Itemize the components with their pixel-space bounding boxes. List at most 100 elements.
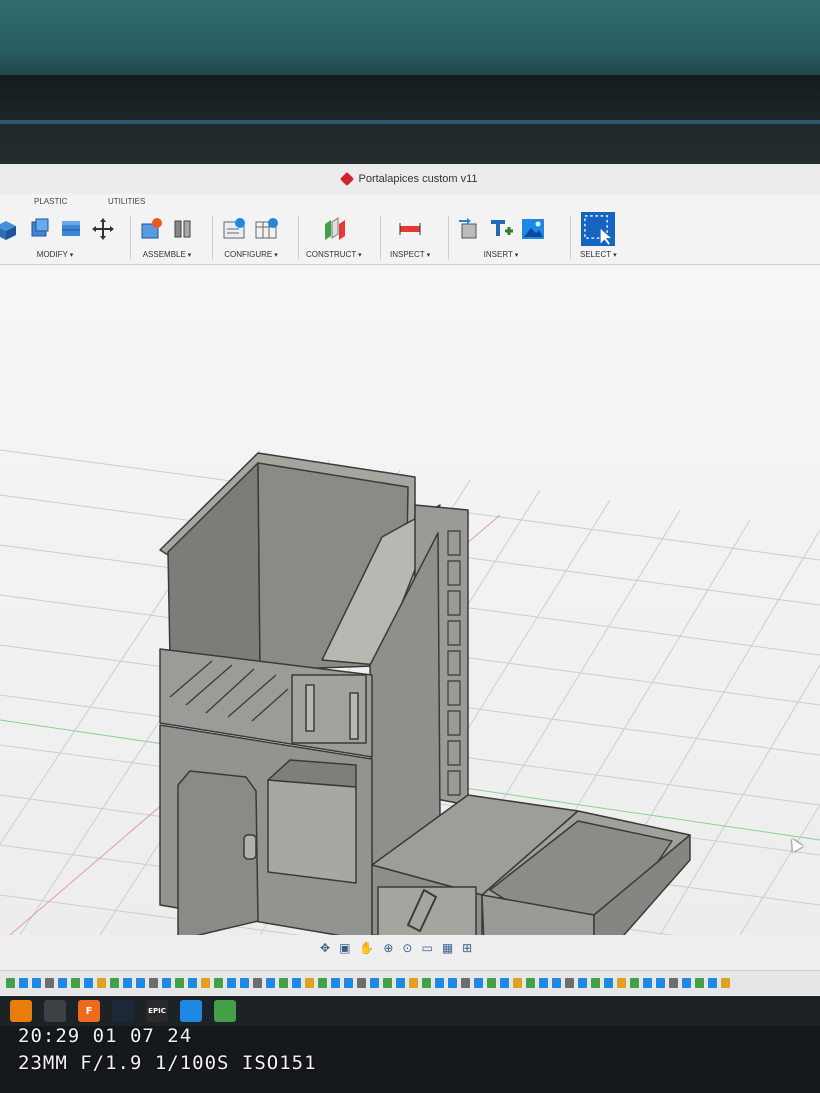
timeline-feature-icon[interactable] <box>266 978 275 988</box>
assemble-menu[interactable]: ASSEMBLE <box>143 250 192 259</box>
timeline-feature-icon[interactable] <box>45 978 54 988</box>
timeline-feature-icon[interactable] <box>110 978 119 988</box>
parameters-icon[interactable] <box>222 216 248 242</box>
steam-icon[interactable] <box>112 1000 134 1022</box>
display-settings-icon[interactable]: ▭ <box>421 941 432 955</box>
tab-plastic[interactable]: PLASTIC <box>34 197 67 206</box>
timeline-feature-icon[interactable] <box>123 978 132 988</box>
fit-icon[interactable]: ⊙ <box>402 941 412 955</box>
configure-menu[interactable]: CONFIGURE <box>224 250 277 259</box>
timeline-feature-icon[interactable] <box>708 978 717 988</box>
timeline-feature-icon[interactable] <box>97 978 106 988</box>
timeline-feature-icon[interactable] <box>526 978 535 988</box>
pan-icon[interactable]: ✋ <box>359 941 374 955</box>
3d-viewport[interactable] <box>0 265 820 935</box>
timeline-feature-icon[interactable] <box>318 978 327 988</box>
timeline-feature-icon[interactable] <box>214 978 223 988</box>
app-green-icon[interactable] <box>214 1000 236 1022</box>
divider <box>380 216 381 260</box>
window-select-icon[interactable] <box>581 212 616 246</box>
timeline-feature-icon[interactable] <box>357 978 366 988</box>
timeline-feature-icon[interactable] <box>227 978 236 988</box>
timeline-feature-icon[interactable] <box>695 978 704 988</box>
configuration-table-icon[interactable] <box>254 216 280 242</box>
epic-games-icon[interactable]: EPIC <box>146 1000 168 1022</box>
pencil-holder-model[interactable] <box>159 452 691 935</box>
timeline-feature-icon[interactable] <box>643 978 652 988</box>
timeline-feature-icon[interactable] <box>175 978 184 988</box>
inspect-menu[interactable]: INSPECT <box>390 250 430 259</box>
timeline-feature-icon[interactable] <box>331 978 340 988</box>
timeline-feature-icon[interactable] <box>552 978 561 988</box>
timeline-feature-icon[interactable] <box>513 978 522 988</box>
timeline-feature-icon[interactable] <box>669 978 678 988</box>
timeline-feature-icon[interactable] <box>461 978 470 988</box>
timeline-feature-icon[interactable] <box>630 978 639 988</box>
timeline-feature-icon[interactable] <box>305 978 314 988</box>
timeline-feature-icon[interactable] <box>149 978 158 988</box>
timeline-feature-icon[interactable] <box>721 978 730 988</box>
new-component-icon[interactable] <box>138 216 164 242</box>
offset-plane-icon[interactable] <box>321 216 347 242</box>
timeline-feature-icon[interactable] <box>370 978 379 988</box>
timeline-feature-icon[interactable] <box>162 978 171 988</box>
insert-derive-icon[interactable] <box>456 216 482 242</box>
shell-icon[interactable] <box>26 216 52 242</box>
timeline-feature-icon[interactable] <box>604 978 613 988</box>
insert-image-icon[interactable] <box>520 216 546 242</box>
combine-icon[interactable] <box>58 216 84 242</box>
configure-group: CONFIGURE <box>222 212 280 262</box>
timeline-feature-icon[interactable] <box>84 978 93 988</box>
screen: Portalapices custom v11 PLASTIC UTILITIE… <box>0 164 820 1000</box>
zbrush-icon[interactable] <box>44 1000 66 1022</box>
timeline-feature-icon[interactable] <box>539 978 548 988</box>
insert-menu[interactable]: INSERT <box>484 250 519 259</box>
modify-menu[interactable]: MODIFY <box>37 250 74 259</box>
press-pull-icon[interactable] <box>0 216 20 242</box>
timeline-feature-icon[interactable] <box>591 978 600 988</box>
design-timeline <box>0 970 820 995</box>
move-icon[interactable] <box>90 216 116 242</box>
select-menu[interactable]: SELECT <box>580 250 617 259</box>
joint-icon[interactable] <box>170 216 196 242</box>
timeline-feature-icon[interactable] <box>396 978 405 988</box>
viewports-icon[interactable]: ⊞ <box>462 941 472 955</box>
blender-icon[interactable] <box>10 1000 32 1022</box>
timeline-feature-icon[interactable] <box>617 978 626 988</box>
timeline-feature-icon[interactable] <box>474 978 483 988</box>
timeline-feature-icon[interactable] <box>188 978 197 988</box>
timeline-feature-icon[interactable] <box>201 978 210 988</box>
timeline-feature-icon[interactable] <box>435 978 444 988</box>
tab-utilities[interactable]: UTILITIES <box>108 197 145 206</box>
timeline-feature-icon[interactable] <box>487 978 496 988</box>
insert-text-icon[interactable] <box>488 216 514 242</box>
timeline-feature-icon[interactable] <box>422 978 431 988</box>
measure-icon[interactable] <box>397 216 423 242</box>
timeline-feature-icon[interactable] <box>500 978 509 988</box>
look-at-icon[interactable]: ▣ <box>339 941 350 955</box>
timeline-feature-icon[interactable] <box>565 978 574 988</box>
timeline-feature-icon[interactable] <box>136 978 145 988</box>
grid-settings-icon[interactable]: ▦ <box>442 941 453 955</box>
timeline-feature-icon[interactable] <box>682 978 691 988</box>
timeline-feature-icon[interactable] <box>6 978 15 988</box>
timeline-feature-icon[interactable] <box>292 978 301 988</box>
zoom-icon[interactable]: ⊕ <box>383 941 393 955</box>
timeline-feature-icon[interactable] <box>344 978 353 988</box>
construct-menu[interactable]: CONSTRUCT <box>306 250 362 259</box>
fusion-icon[interactable]: F <box>78 1000 100 1022</box>
timeline-feature-icon[interactable] <box>58 978 67 988</box>
timeline-feature-icon[interactable] <box>253 978 262 988</box>
timeline-feature-icon[interactable] <box>383 978 392 988</box>
timeline-feature-icon[interactable] <box>448 978 457 988</box>
timeline-feature-icon[interactable] <box>19 978 28 988</box>
orbit-icon[interactable]: ✥ <box>320 941 330 955</box>
app-blue-icon[interactable] <box>180 1000 202 1022</box>
timeline-feature-icon[interactable] <box>578 978 587 988</box>
timeline-feature-icon[interactable] <box>279 978 288 988</box>
timeline-feature-icon[interactable] <box>656 978 665 988</box>
timeline-feature-icon[interactable] <box>71 978 80 988</box>
timeline-feature-icon[interactable] <box>32 978 41 988</box>
timeline-feature-icon[interactable] <box>409 978 418 988</box>
timeline-feature-icon[interactable] <box>240 978 249 988</box>
